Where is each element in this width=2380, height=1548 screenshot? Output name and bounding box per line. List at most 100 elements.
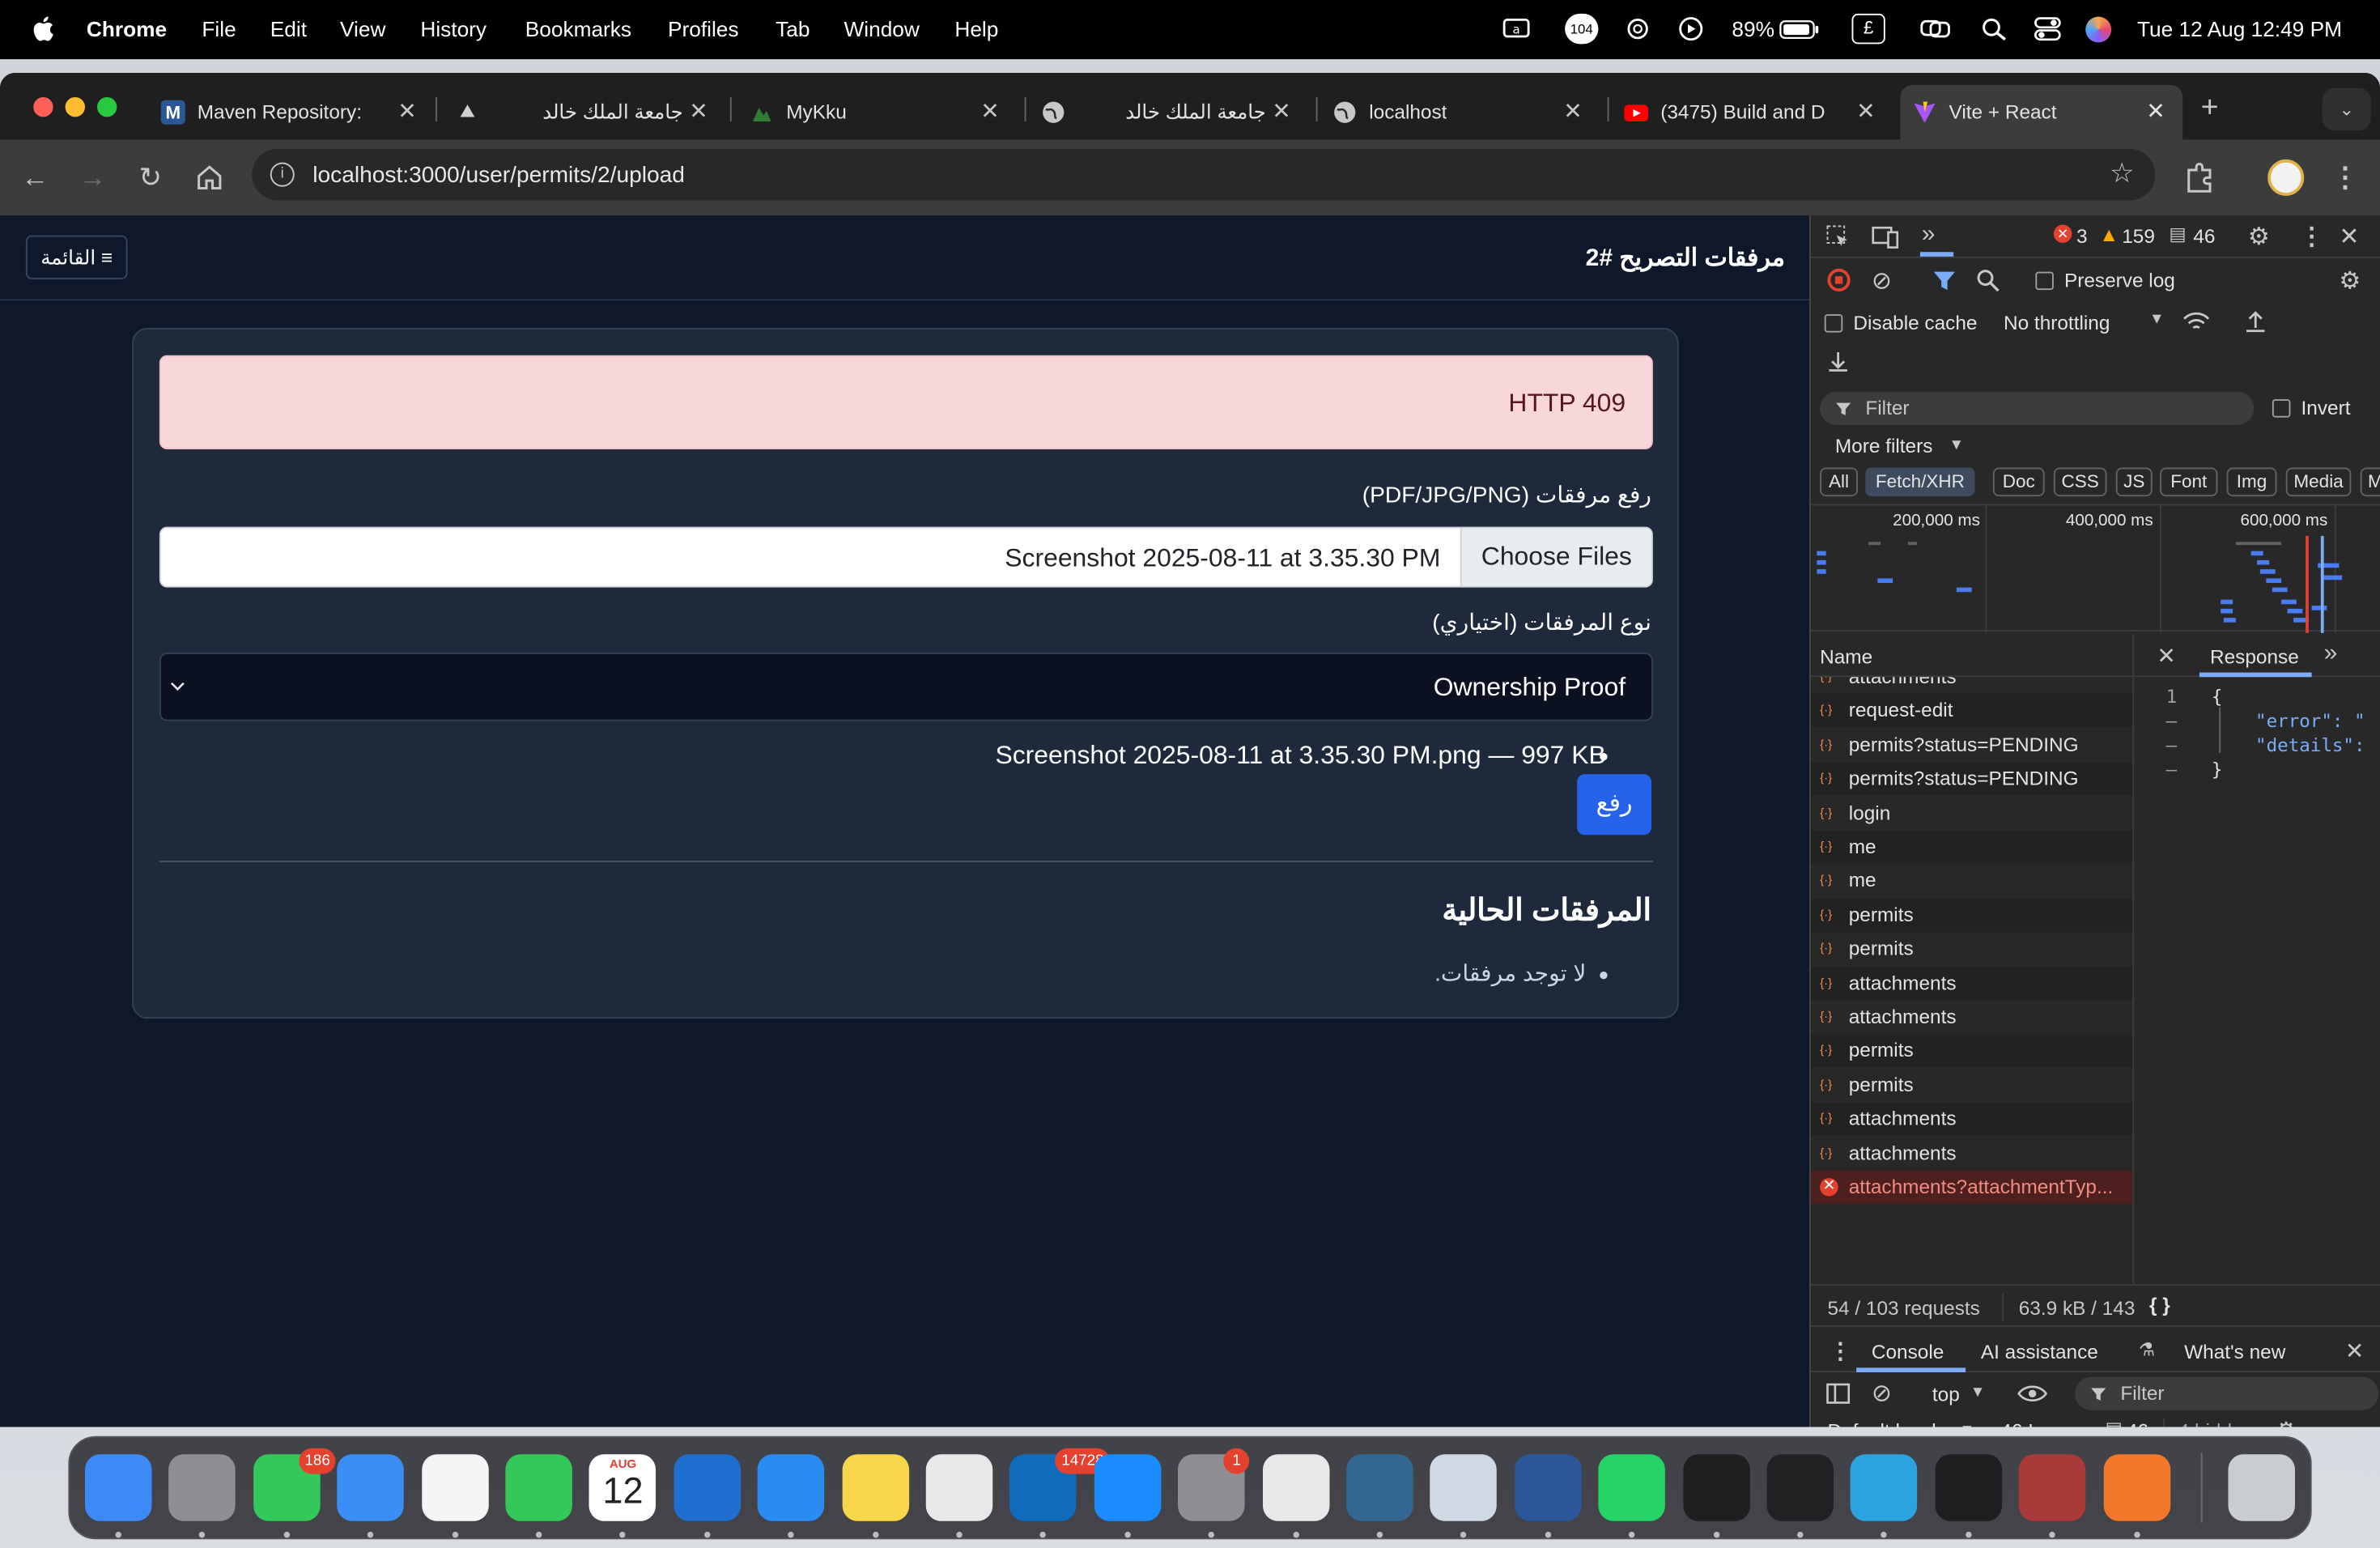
tab-close-icon[interactable]: ✕ (1272, 97, 1291, 125)
tab-close-icon[interactable]: ✕ (397, 97, 417, 125)
new-tab-button[interactable]: + (2201, 91, 2219, 126)
device-toolbar-icon[interactable] (1872, 225, 1899, 249)
close-window-button[interactable] (33, 97, 53, 117)
request-row[interactable]: {·} me (1811, 865, 2133, 898)
request-row[interactable]: {·} attachments (1811, 677, 2133, 694)
clear-icon[interactable]: ⊘ (1872, 266, 1892, 296)
more-tabs-icon[interactable]: » (1922, 222, 1936, 249)
status-badge[interactable]: 104 (1565, 13, 1599, 45)
control-center-icon[interactable] (2034, 17, 2062, 41)
app-store-app-icon[interactable] (1094, 1454, 1161, 1521)
more-menu-icon[interactable]: ⋮ (2328, 161, 2361, 194)
finder-app-icon[interactable] (85, 1454, 152, 1521)
filter-manifest[interactable]: M (2360, 467, 2380, 497)
tab-kku-2[interactable]: جامعة الملك خالد ✕ (1029, 85, 1315, 140)
menu-view[interactable]: View (340, 17, 385, 41)
input-source-indicator[interactable]: £ (1851, 13, 1885, 45)
safari-app-icon[interactable] (757, 1454, 825, 1521)
tab-close-icon[interactable]: ✕ (689, 97, 708, 125)
vscode-app-icon[interactable] (674, 1454, 741, 1521)
request-row[interactable]: ✕ attachments?attachmentTyp... (1810, 1170, 2133, 1204)
filter-doc[interactable]: Doc (1992, 467, 2045, 497)
calendar-app-icon[interactable]: AUG 12 (589, 1454, 657, 1521)
intellij-app-icon[interactable] (1682, 1454, 1750, 1521)
request-row[interactable]: {·} attachments (1810, 1102, 2133, 1136)
screen-icon[interactable]: a (1502, 17, 1530, 41)
record-stop-icon[interactable] (1827, 268, 1851, 291)
tab-kku-1[interactable]: ⛰ جامعة الملك خالد ✕ (444, 85, 729, 140)
tab-close-icon[interactable]: ✕ (1856, 97, 1876, 125)
attachment-type-select[interactable]: Ownership Proof (159, 653, 1653, 721)
network-conditions-icon[interactable] (2182, 310, 2210, 334)
mirroring-icon[interactable] (1919, 17, 1952, 41)
more-tabs-icon[interactable]: » (2324, 640, 2338, 668)
battery-icon[interactable] (1779, 17, 1822, 41)
request-row[interactable]: {·} request-edit (1810, 694, 2133, 728)
response-viewer[interactable]: 1 {– "error": " – "details": –} (2136, 677, 2380, 814)
tab-close-icon[interactable]: ✕ (980, 97, 1000, 125)
tab-vite-react[interactable]: Vite + React ✕ (1900, 85, 2183, 140)
clear-console-icon[interactable]: ⊘ (1872, 1379, 1892, 1410)
request-row[interactable]: {·} permits (1811, 933, 2133, 966)
preserve-log-checkbox[interactable] (2035, 271, 2054, 291)
sidebar-toggle-icon[interactable] (1826, 1381, 1851, 1406)
request-row[interactable]: {·} attachments (1811, 1137, 2133, 1170)
close-devtools-icon[interactable]: ✕ (2339, 222, 2359, 253)
menu-tab[interactable]: Tab (776, 17, 810, 41)
filter-fetch-xhr[interactable]: Fetch/XHR (1865, 467, 1975, 497)
console-filter-input[interactable]: Filter (2075, 1376, 2379, 1410)
postgres-app-icon[interactable] (1346, 1454, 1413, 1521)
search-icon[interactable] (1976, 269, 2000, 293)
forward-icon[interactable]: → (76, 161, 109, 194)
invert-checkbox[interactable] (2272, 399, 2291, 418)
request-row[interactable]: {·} me (1810, 830, 2133, 864)
photos-app-icon[interactable] (421, 1454, 488, 1521)
tab-maven[interactable]: M Maven Repository: ✕ (149, 85, 435, 140)
preview-app-icon[interactable] (1430, 1454, 1498, 1521)
settings-gear-icon[interactable]: ⚙ (2248, 222, 2270, 253)
tab-close-icon[interactable]: ✕ (1563, 97, 1583, 125)
menubar-clock[interactable]: Tue 12 Aug 12:49 PM (2137, 17, 2342, 41)
tab-youtube[interactable]: (3475) Build and D ✕ (1612, 85, 1898, 140)
log-levels-select[interactable]: Default levels (1828, 1419, 1946, 1427)
address-bar[interactable]: i localhost:3000/user/permits/2/upload ☆ (252, 148, 2156, 201)
notes-app-icon[interactable] (841, 1454, 909, 1521)
export-har-icon[interactable] (1826, 349, 1851, 373)
close-details-icon[interactable]: ✕ (2157, 642, 2176, 670)
name-column-header[interactable]: Name (1820, 645, 1872, 668)
menu-profiles[interactable]: Profiles (668, 17, 739, 41)
trash-app-icon[interactable] (2228, 1454, 2295, 1521)
zoom-window-button[interactable] (97, 97, 117, 117)
terminal-app-icon[interactable] (1935, 1454, 2002, 1521)
more-filters-button[interactable]: More filters (1835, 434, 1933, 457)
network-settings-icon[interactable]: ⚙ (2339, 266, 2361, 296)
menu-help[interactable]: Help (954, 17, 998, 41)
profile-avatar[interactable] (2267, 159, 2305, 196)
minimize-window-button[interactable] (65, 97, 85, 117)
openai-icon[interactable] (1624, 17, 1651, 41)
choose-files-button[interactable]: Choose Files (1460, 528, 1651, 586)
issues-count[interactable]: 46 (2127, 1419, 2148, 1427)
site-info-icon[interactable]: i (270, 162, 295, 187)
bookmark-star-icon[interactable]: ☆ (2110, 158, 2134, 189)
filter-font[interactable]: Font (2160, 467, 2218, 497)
request-row[interactable]: {·} permits (1810, 1034, 2133, 1068)
menu-window[interactable]: Window (844, 17, 920, 41)
spotlight-icon[interactable] (1981, 17, 2008, 41)
request-row[interactable]: {·} permits (1810, 898, 2133, 932)
json-format-icon[interactable]: { } (2149, 1294, 2170, 1316)
pencil-app-app-icon[interactable] (2102, 1454, 2170, 1521)
file-input[interactable]: Screenshot 2025-08-11 at 3.35.30 PM Choo… (159, 526, 1653, 588)
error-count[interactable]: 3 (2076, 225, 2088, 248)
request-row[interactable]: {·} permits?status=PENDING (1811, 729, 2133, 762)
back-icon[interactable]: ← (19, 161, 52, 194)
request-row[interactable]: {·} permits (1811, 1069, 2133, 1102)
close-drawer-icon[interactable]: ✕ (2345, 1337, 2365, 1365)
extensions-icon[interactable] (2182, 161, 2216, 194)
facetime-app-icon[interactable] (505, 1454, 572, 1521)
home-icon[interactable] (194, 163, 225, 194)
issues-label[interactable]: 46 Issues: (2000, 1419, 2090, 1427)
drawer-menu-icon[interactable]: ⋮ (1829, 1337, 1851, 1365)
request-row[interactable]: {·} login (1811, 797, 2133, 830)
iphone-mirroring-app-icon[interactable] (1262, 1454, 1329, 1521)
